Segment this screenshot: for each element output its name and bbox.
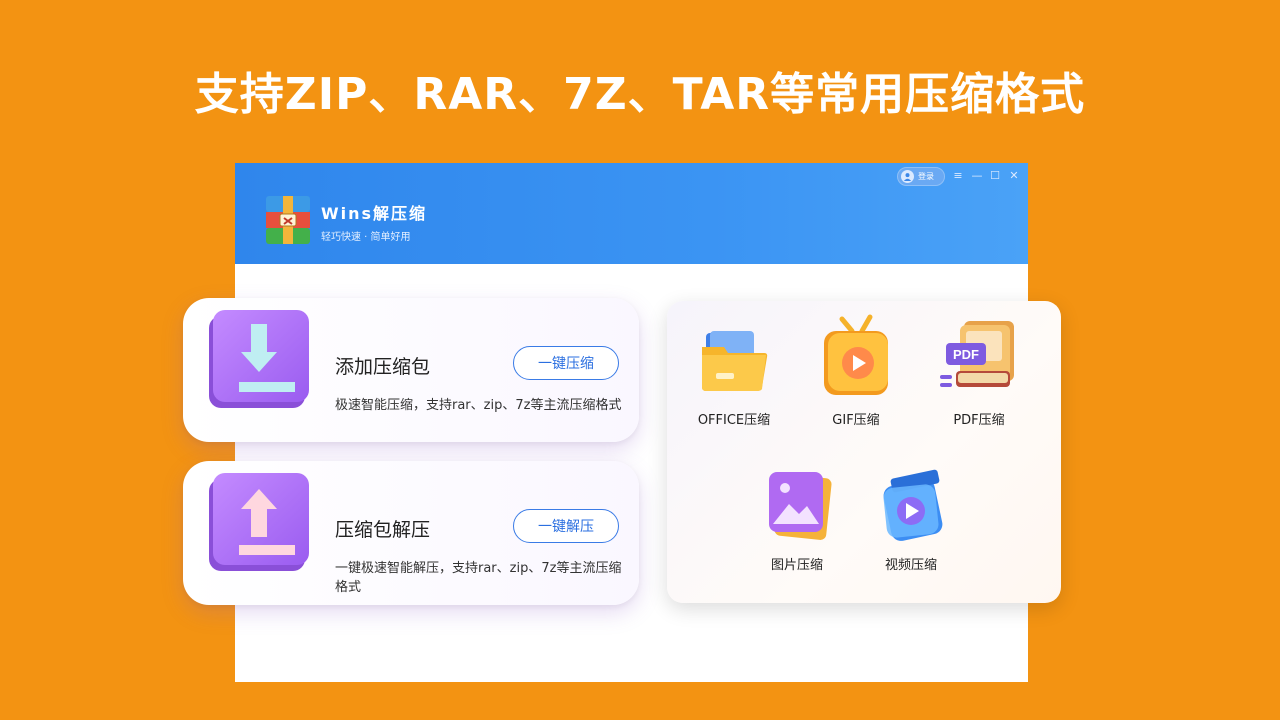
video-clapper-icon [883,469,943,541]
tools-panel: OFFICE压缩 GIF压缩 PDF PDF压缩 图片压缩 视频压缩 [667,301,1061,603]
archive-logo-icon [266,196,310,244]
login-button[interactable]: 登录 [897,167,945,186]
tool-label: OFFICE压缩 [697,413,771,428]
image-icon [769,472,832,540]
card-description: 一键极速智能解压，支持rar、zip、7z等主流压缩格式 [335,561,622,595]
app-tagline: 轻巧快速 · 简单好用 [321,232,411,243]
tool-label: 图片压缩 [770,558,823,573]
app-header: Wins解压缩 轻巧快速 · 简单好用 登录 ≡ — ☐ ✕ [235,163,1028,264]
image-compress-tool[interactable]: 图片压缩 [747,466,847,573]
card-title: 压缩包解压 [335,519,431,541]
tool-label: 视频压缩 [884,558,937,573]
tool-label: PDF压缩 [953,413,1005,428]
pdf-book-icon: PDF [940,321,1014,387]
one-click-extract-button[interactable]: 一键解压 [513,509,619,543]
menu-icon[interactable]: ≡ [951,169,965,183]
card-description: 极速智能压缩，支持rar、zip、7z等主流压缩格式 [335,398,622,413]
folder-icon [702,331,768,391]
login-label: 登录 [918,172,934,181]
tool-label: GIF压缩 [832,413,880,428]
headline: 支持ZIP、RAR、7Z、TAR等常用压缩格式 [194,69,1086,120]
pdf-badge-text: PDF [953,347,979,362]
upload-icon [209,473,309,571]
office-compress-tool[interactable]: OFFICE压缩 [684,321,784,428]
extract-archive-card[interactable]: 压缩包解压 一键解压 一键极速智能解压，支持rar、zip、7z等主流压缩格式 [183,461,639,605]
app-name: Wins解压缩 [321,204,428,223]
maximize-icon[interactable]: ☐ [988,169,1002,183]
download-icon [209,310,309,408]
tv-play-icon [824,314,888,395]
user-avatar-icon [901,170,914,183]
minimize-icon[interactable]: — [970,169,984,183]
video-compress-tool[interactable]: 视频压缩 [861,466,961,573]
gif-compress-tool[interactable]: GIF压缩 [806,313,906,428]
pdf-compress-tool[interactable]: PDF PDF压缩 [929,317,1029,428]
card-title: 添加压缩包 [335,356,431,378]
add-archive-card[interactable]: 添加压缩包 一键压缩 极速智能压缩，支持rar、zip、7z等主流压缩格式 [183,298,639,442]
one-click-compress-button[interactable]: 一键压缩 [513,346,619,380]
close-icon[interactable]: ✕ [1007,169,1021,183]
